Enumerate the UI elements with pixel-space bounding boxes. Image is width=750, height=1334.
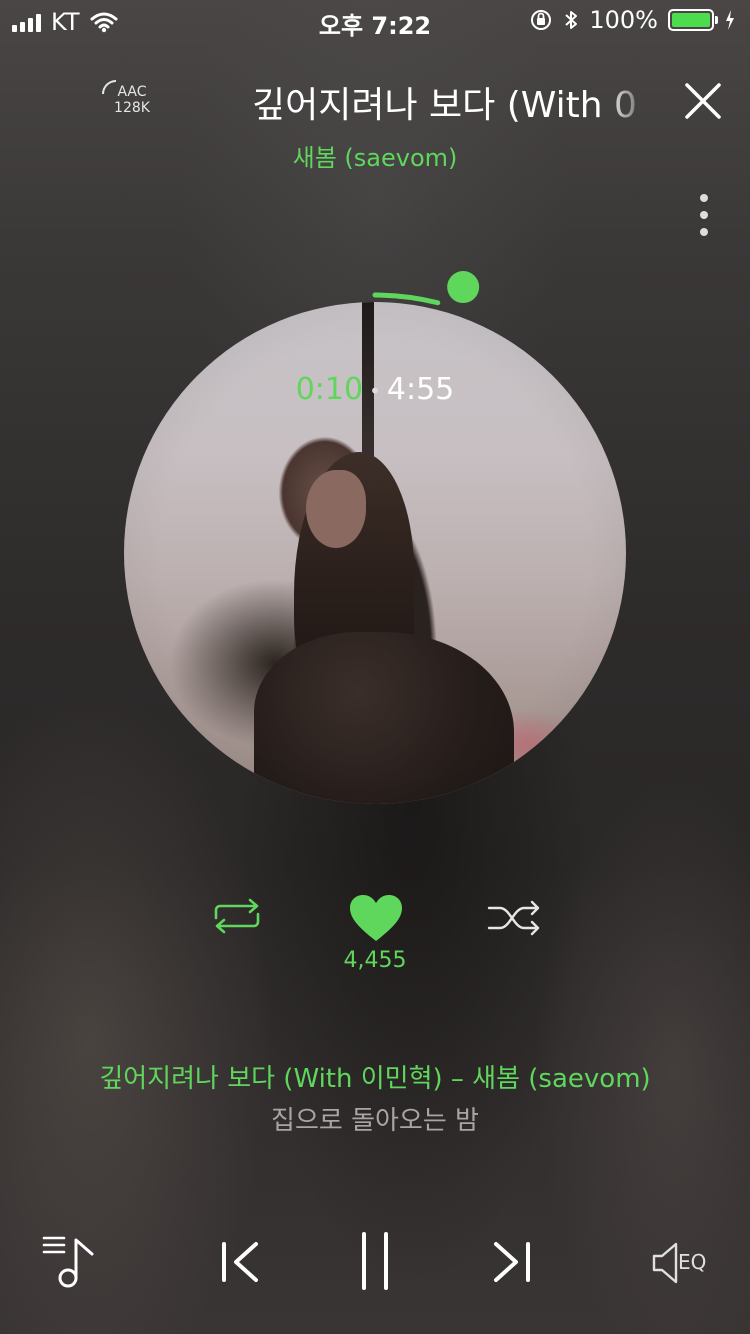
codec-badge: AAC 128K <box>102 80 160 116</box>
progress-arc <box>372 292 441 306</box>
time-separator: • <box>369 378 381 403</box>
pause-icon[interactable] <box>358 1230 392 1292</box>
shuffle-icon[interactable] <box>486 898 542 938</box>
close-icon[interactable] <box>682 80 724 122</box>
status-bar: KT 오후 7:22 100% <box>0 0 750 40</box>
time-display: 0:10 • 4:55 <box>0 372 750 407</box>
current-time: 0:10 <box>295 372 364 407</box>
total-time: 4:55 <box>386 372 455 407</box>
next-icon[interactable] <box>490 1240 534 1284</box>
playlist-icon[interactable] <box>40 1232 102 1290</box>
song-title: 깊어지려나 보다 (With 0 <box>252 85 637 126</box>
repeat-icon[interactable] <box>208 896 266 936</box>
bluetooth-icon <box>565 11 578 29</box>
artist-name[interactable]: 새봄 (saevom) <box>0 138 750 173</box>
like-count: 4,455 <box>343 948 407 973</box>
status-bar-right: 100% <box>529 6 736 34</box>
previous-icon[interactable] <box>218 1240 262 1284</box>
heart-icon[interactable] <box>348 894 404 944</box>
more-vertical-icon[interactable] <box>694 192 714 238</box>
codec-bitrate: 128K <box>114 100 150 116</box>
progress-knob[interactable] <box>447 271 480 304</box>
battery-icon <box>668 9 718 31</box>
battery-percent: 100% <box>589 6 658 34</box>
orientation-lock-icon <box>531 10 552 30</box>
lyric-next-line[interactable]: 집으로 돌아오는 밤 <box>0 1100 750 1137</box>
charging-icon <box>726 10 734 30</box>
stream-arc-icon <box>102 80 116 94</box>
eq-label[interactable]: EQ <box>678 1250 706 1274</box>
progress-track[interactable] <box>110 256 640 346</box>
lyric-current-line[interactable]: 깊어지려나 보다 (With 이민혁) – 새봄 (saevom) <box>0 1058 750 1095</box>
